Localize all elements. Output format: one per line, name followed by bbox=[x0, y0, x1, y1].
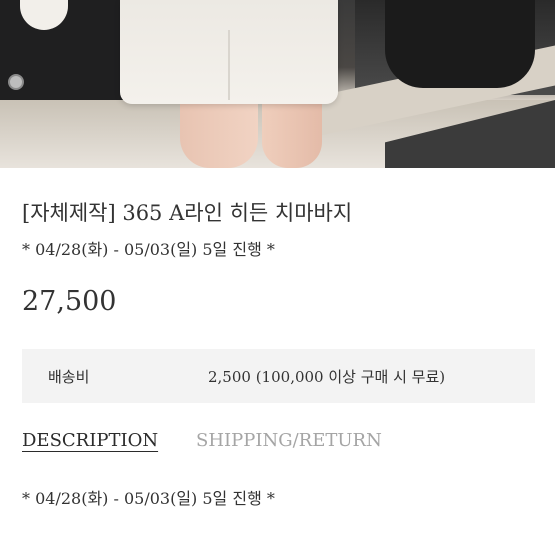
photo-planter bbox=[385, 0, 535, 88]
shipping-fee-label: 배송비 bbox=[48, 367, 90, 386]
product-price: 27,500 bbox=[22, 286, 117, 317]
photo-leg-right bbox=[262, 104, 322, 168]
product-photo bbox=[0, 0, 555, 168]
product-title: [자체제작] 365 A라인 히든 치마바지 bbox=[22, 201, 353, 225]
shipping-fee-box: 배송비 2,500 (100,000 이상 구매 시 무료) bbox=[22, 349, 535, 403]
photo-leg-left bbox=[180, 104, 258, 168]
product-schedule-note: * 04/28(화) - 05/03(일) 5일 진행 * bbox=[22, 240, 275, 259]
tab-description[interactable]: DESCRIPTION bbox=[22, 430, 158, 451]
shipping-fee-value: 2,500 (100,000 이상 구매 시 무료) bbox=[208, 367, 446, 386]
description-schedule-note: * 04/28(화) - 05/03(일) 5일 진행 * bbox=[22, 489, 275, 508]
photo-skirt-seam bbox=[228, 30, 230, 100]
photo-door-knob bbox=[8, 74, 24, 90]
tab-shipping-return[interactable]: SHIPPING/RETURN bbox=[196, 430, 382, 451]
